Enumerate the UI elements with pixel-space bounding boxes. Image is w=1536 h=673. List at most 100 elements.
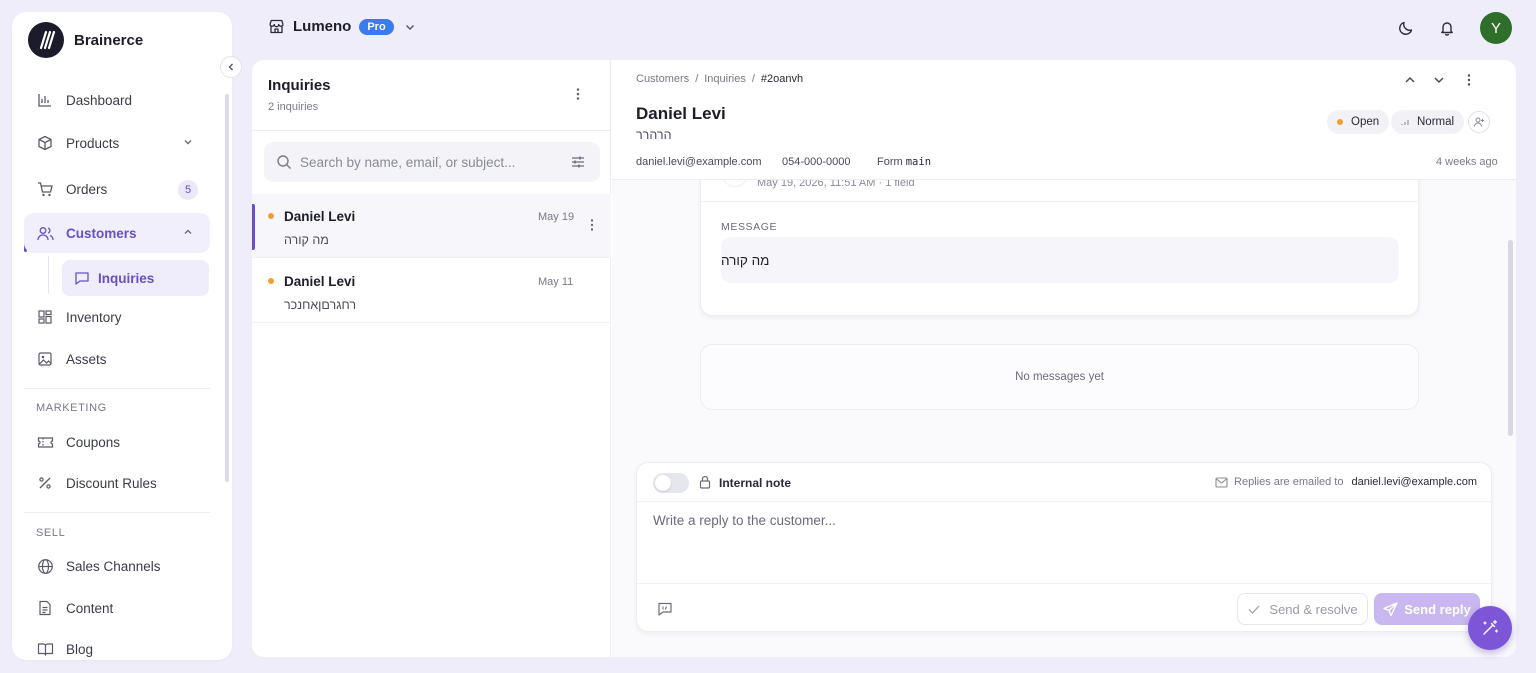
percent-icon xyxy=(36,474,54,492)
store-name: Lumeno xyxy=(293,18,352,35)
chevron-up-icon xyxy=(182,226,194,238)
search-box[interactable] xyxy=(264,142,600,182)
sidebar-item-customers[interactable]: Customers xyxy=(24,213,210,253)
breadcrumb-inquiries[interactable]: Inquiries xyxy=(704,73,746,85)
search-input[interactable] xyxy=(300,154,560,170)
cart-icon xyxy=(36,180,54,198)
more-vertical-icon xyxy=(570,86,586,102)
filter-sliders-icon[interactable] xyxy=(570,154,586,170)
lock-icon xyxy=(699,475,711,489)
customer-email[interactable]: daniel.levi@example.com xyxy=(636,156,762,168)
sidebar-item-label: Coupons xyxy=(66,434,121,450)
inquiry-name: Daniel Levi xyxy=(284,209,356,224)
sidebar-item-coupons[interactable]: Coupons xyxy=(24,422,210,462)
bell-icon xyxy=(1439,20,1455,36)
chevron-down-icon xyxy=(1432,73,1446,87)
inquiry-subject: הרהרר xyxy=(636,128,672,142)
ai-assistant-button[interactable] xyxy=(1468,606,1512,650)
section-label-sell: SELL xyxy=(36,527,66,539)
sidebar-item-content[interactable]: Content xyxy=(24,588,210,628)
box-icon xyxy=(36,134,54,152)
divider xyxy=(252,130,611,131)
collapse-sidebar-button[interactable] xyxy=(220,56,242,78)
priority-bars-icon xyxy=(1401,118,1409,126)
divider xyxy=(701,201,1418,202)
sidebar-scrollbar[interactable] xyxy=(225,94,229,482)
user-avatar[interactable]: Y xyxy=(1480,12,1512,44)
dark-mode-toggle[interactable] xyxy=(1396,18,1416,38)
submenu-line xyxy=(48,256,49,294)
sidebar-item-dashboard[interactable]: Dashboard xyxy=(24,80,210,120)
detail-scrollbar[interactable] xyxy=(1508,240,1513,436)
unread-dot xyxy=(268,278,274,284)
status-label: Open xyxy=(1351,116,1380,128)
reply-textarea[interactable] xyxy=(653,513,1473,573)
row-more-button[interactable] xyxy=(586,218,598,232)
list-title: Inquiries xyxy=(268,77,331,94)
unread-dot xyxy=(268,213,274,219)
status-badge[interactable]: Open xyxy=(1327,110,1390,134)
sidebar-divider xyxy=(24,388,210,389)
sidebar-item-label: Sales Channels xyxy=(66,558,161,574)
search-icon xyxy=(276,154,292,170)
store-icon xyxy=(268,18,285,35)
notifications-button[interactable] xyxy=(1437,18,1457,38)
sidebar-item-label: Blog xyxy=(66,641,94,657)
more-vertical-icon xyxy=(1462,73,1476,87)
quick-reply-icon[interactable] xyxy=(657,601,673,617)
inquiry-list-panel: Inquiries 2 inquiries Daniel Levi מה קור… xyxy=(252,60,611,657)
divider xyxy=(637,501,1493,502)
send-reply-button[interactable]: Send reply xyxy=(1374,593,1480,625)
form-info: Form main xyxy=(877,156,931,168)
grid-icon xyxy=(36,308,54,326)
list-count: 2 inquiries xyxy=(268,101,319,113)
sidebar-item-label: Orders xyxy=(66,181,108,197)
sidebar-item-sales-channels[interactable]: Sales Channels xyxy=(24,546,210,586)
sidebar-item-inquiries[interactable]: Inquiries xyxy=(62,260,209,296)
status-dot xyxy=(1337,119,1343,125)
assign-user-button[interactable] xyxy=(1468,111,1490,133)
sidebar-item-label: Content xyxy=(66,600,114,616)
replies-email: daniel.levi@example.com xyxy=(1351,476,1477,488)
message-label: MESSAGE xyxy=(721,221,778,233)
detail-more-button[interactable] xyxy=(1462,73,1476,87)
sidebar-item-inventory[interactable]: Inventory xyxy=(24,297,210,337)
chevron-left-icon xyxy=(226,62,236,72)
store-switcher[interactable]: Lumeno Pro xyxy=(268,18,416,35)
send-and-resolve-label: Send & resolve xyxy=(1269,601,1358,617)
form-value: main xyxy=(905,156,932,168)
inquiry-row[interactable]: Daniel Levi מה קורה May 19 xyxy=(252,194,611,258)
sidebar-item-label: Dashboard xyxy=(66,92,133,108)
priority-badge[interactable]: Normal xyxy=(1391,110,1465,134)
sidebar-item-orders[interactable]: Orders 5 xyxy=(24,169,210,209)
list-more-button[interactable] xyxy=(570,86,586,102)
customer-phone[interactable]: 054-000-0000 xyxy=(782,156,851,168)
divider xyxy=(637,583,1493,584)
brand[interactable]: Brainerce xyxy=(28,22,143,58)
sidebar-item-discount-rules[interactable]: Discount Rules xyxy=(24,463,210,503)
message-card: May 19, 2026, 11:51 AM · 1 field MESSAGE… xyxy=(700,168,1419,316)
sidebar-item-blog[interactable]: Blog xyxy=(24,629,210,660)
breadcrumb: Customers / Inquiries / #2oanvh xyxy=(636,73,804,85)
priority-label: Normal xyxy=(1417,116,1455,128)
next-inquiry-button[interactable] xyxy=(1432,73,1446,87)
inquiry-name: Daniel Levi xyxy=(284,274,356,289)
breadcrumb-customers[interactable]: Customers xyxy=(636,73,689,85)
internal-note-label: Internal note xyxy=(719,476,792,490)
plan-badge: Pro xyxy=(359,18,394,35)
chevron-up-icon xyxy=(1403,73,1417,87)
chevron-down-icon xyxy=(404,21,416,33)
sidebar-item-assets[interactable]: Assets xyxy=(24,339,210,379)
previous-inquiry-button[interactable] xyxy=(1403,73,1417,87)
inquiry-row[interactable]: Daniel Levi רחגרםןאחנכר May 11 xyxy=(252,259,611,323)
inquiry-detail-panel: May 19, 2026, 11:51 AM · 1 field MESSAGE… xyxy=(612,60,1516,657)
main-panel: Inquiries 2 inquiries Daniel Levi מה קור… xyxy=(252,60,1516,657)
send-icon xyxy=(1383,601,1398,617)
sidebar-item-products[interactable]: Products xyxy=(24,123,210,163)
internal-note-toggle[interactable] xyxy=(653,473,689,493)
form-label: Form xyxy=(877,156,903,168)
users-icon xyxy=(36,224,54,242)
brand-logo-icon xyxy=(28,22,64,58)
send-and-resolve-button[interactable]: Send & resolve xyxy=(1237,593,1368,625)
moon-icon xyxy=(1398,20,1414,36)
